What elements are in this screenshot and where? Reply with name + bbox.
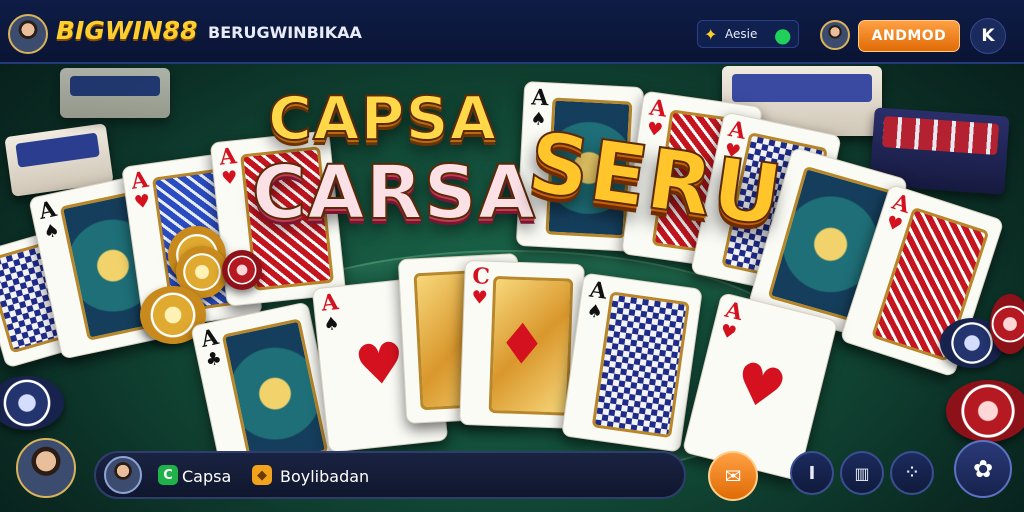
poker-chip [0, 376, 64, 430]
info-icon[interactable]: I [790, 451, 834, 495]
card-rank: A [129, 166, 150, 195]
gold-coin-icon: ✦ [704, 25, 718, 44]
card-rank: A [587, 276, 609, 305]
poker-chip [222, 250, 262, 290]
card-pip: ♥ [727, 348, 793, 425]
card-suit: ♠ [41, 219, 62, 244]
game-scene: A ♠ A ♥ A ♥ A ♠ A ♥ A ♥ A ♥ A ♣ A ♠ ♥ C … [0, 0, 1024, 512]
card-suit: ♥ [717, 320, 739, 345]
card-rank: A [530, 84, 550, 112]
top-bar: BIGWIN88 BERUGWINBIKAA ✦ Aesie ● ANDMOD … [0, 0, 1024, 64]
profile-avatar[interactable] [820, 20, 850, 50]
boylibadan-tag-icon: ◆ [252, 465, 272, 485]
card-suit: ♥ [883, 211, 906, 237]
card-suit: ♠ [585, 300, 605, 324]
title-line-2: CARSA [251, 149, 537, 237]
gift-icon[interactable]: ✉ [708, 451, 758, 501]
header-subtitle: BERUGWINBIKAA [208, 23, 362, 42]
card-rank: A [319, 289, 340, 317]
title-line-1: CAPSA [267, 83, 498, 155]
card-rank: A [217, 143, 238, 171]
card-pip: ♦ [495, 311, 549, 378]
brand-logo: BIGWIN88 [56, 16, 198, 45]
settings-icon[interactable]: ✿ [954, 440, 1012, 498]
currency-pill[interactable]: ✦ Aesie ● [697, 20, 799, 48]
boylibadan-label[interactable]: Boylibadan [280, 467, 369, 486]
currency-label: Aesie [725, 27, 758, 41]
player-avatar[interactable] [8, 14, 48, 54]
card-suit: ♣ [203, 347, 224, 372]
card-suit: ♥ [220, 167, 239, 190]
close-icon[interactable]: K [970, 18, 1006, 54]
card-pip: ♥ [351, 329, 409, 400]
bottom-panel: C Capsa ◆ Boylibadan [94, 451, 686, 499]
poker-chip [946, 380, 1024, 442]
poker-chip [990, 294, 1024, 354]
card-suit: ♥ [132, 190, 152, 214]
card-suit: ♥ [471, 287, 489, 309]
capsa-tag-icon: C [158, 465, 178, 485]
playing-card[interactable]: A ♠ [561, 272, 703, 453]
green-gem-icon: ● [774, 23, 792, 47]
player-avatar-large[interactable] [16, 438, 76, 498]
book-icon[interactable]: ▥ [840, 451, 884, 495]
card-rank: C [471, 263, 491, 290]
card-rank: A [647, 94, 669, 123]
action-button[interactable]: ANDMOD [858, 20, 960, 52]
capsa-label[interactable]: Capsa [182, 467, 231, 486]
dots-icon[interactable]: ⁘ [890, 451, 934, 495]
card-box [60, 68, 170, 118]
opponent-avatar[interactable] [104, 456, 142, 494]
card-suit: ♠ [322, 313, 341, 336]
